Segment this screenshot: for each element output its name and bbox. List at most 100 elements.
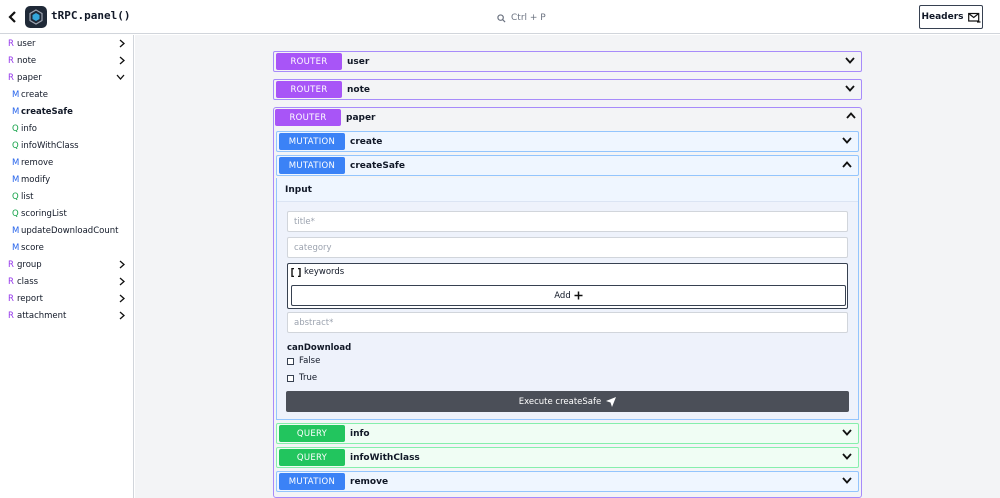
chevron-up-icon (842, 161, 852, 168)
mutation-badge: MUTATION (279, 473, 345, 490)
title-input[interactable] (287, 211, 848, 232)
checkbox[interactable] (287, 374, 294, 382)
sidebar-item-label: report (17, 293, 43, 304)
back-arrow-icon[interactable] (6, 9, 20, 25)
sidebar-item-list[interactable]: Q list (0, 188, 133, 205)
sidebar-item-class[interactable]: R class (0, 273, 133, 290)
headers-button-label: Headers (921, 12, 964, 22)
keywords-array-field: keywords Add (287, 263, 848, 309)
chevron-down-icon (842, 429, 852, 436)
trpc-logo (25, 6, 47, 28)
query-letter: Q (12, 208, 19, 219)
array-brackets-icon (291, 267, 301, 277)
mutation-letter: M (12, 89, 20, 100)
mutation-letter: M (12, 174, 20, 185)
add-keyword-button[interactable]: Add (291, 285, 846, 306)
input-fields-container: keywords Add canDownload False True Exec… (277, 201, 858, 419)
chevron-down-icon (842, 453, 852, 460)
search-trigger[interactable]: Ctrl + P (497, 11, 546, 25)
router-badge: ROUTER (275, 109, 341, 126)
sidebar-item-report[interactable]: R report (0, 290, 133, 307)
send-icon (606, 396, 617, 407)
execute-button-label: Execute createSafe (518, 396, 602, 407)
sidebar-item-label: paper (17, 72, 42, 83)
top-bar: tRPC.panel() Ctrl + P Headers (0, 0, 1000, 34)
router-row-user[interactable]: ROUTER user (273, 51, 862, 72)
procedure-row-infowithclass[interactable]: QUERY infoWithClass (276, 447, 859, 468)
chevron-right-icon (119, 56, 125, 65)
sidebar-item-label: modify (21, 174, 51, 185)
sidebar: R user R note R paper M create M createS… (0, 35, 134, 498)
router-letter: R (8, 72, 14, 83)
plus-icon (574, 291, 583, 300)
sidebar-item-label: note (17, 55, 37, 66)
chevron-right-icon (119, 260, 125, 269)
keywords-label: keywords (304, 267, 345, 277)
router-letter: R (8, 293, 14, 304)
sidebar-item-score[interactable]: M score (0, 239, 133, 256)
sidebar-item-info[interactable]: Q info (0, 120, 133, 137)
router-letter: R (8, 38, 14, 49)
sidebar-item-label: create (21, 89, 48, 100)
query-letter: Q (12, 191, 19, 202)
abstract-input[interactable] (287, 312, 848, 333)
mutation-letter: M (12, 157, 20, 168)
sidebar-item-infowithclass[interactable]: Q infoWithClass (0, 137, 133, 154)
sidebar-item-createsafe[interactable]: M createSafe (0, 103, 133, 120)
sidebar-item-label: createSafe (21, 106, 73, 117)
candownload-label: canDownload (287, 343, 352, 353)
mutation-badge: MUTATION (279, 157, 345, 174)
sidebar-item-paper[interactable]: R paper (0, 69, 133, 86)
sidebar-item-label: remove (21, 157, 54, 168)
procedure-name: createSafe (350, 160, 405, 171)
sidebar-item-note[interactable]: R note (0, 52, 133, 69)
sidebar-item-user[interactable]: R user (0, 35, 133, 52)
checkbox-label: True (299, 373, 318, 383)
chevron-down-icon (842, 137, 852, 144)
candownload-false-option[interactable]: False (287, 356, 320, 366)
sidebar-item-modify[interactable]: M modify (0, 171, 133, 188)
router-letter: R (8, 310, 14, 321)
sidebar-item-attachment[interactable]: R attachment (0, 307, 133, 324)
sidebar-item-label: updateDownloadCount (21, 225, 119, 236)
keywords-label-group: keywords (291, 267, 344, 277)
checkbox[interactable] (287, 357, 294, 365)
sidebar-item-remove[interactable]: M remove (0, 154, 133, 171)
sidebar-item-updatedownloadcount[interactable]: M updateDownloadCount (0, 222, 133, 239)
input-section-title: Input (285, 185, 312, 195)
chevron-down-icon (842, 477, 852, 484)
sidebar-item-group[interactable]: R group (0, 256, 133, 273)
category-input[interactable] (287, 237, 848, 258)
chevron-right-icon (119, 294, 125, 303)
sidebar-item-label: score (21, 242, 44, 253)
execute-button[interactable]: Execute createSafe (286, 391, 849, 412)
sidebar-item-scoringlist[interactable]: Q scoringList (0, 205, 133, 222)
router-name: paper (346, 112, 376, 123)
checkbox-label: False (299, 356, 321, 366)
mutation-badge: MUTATION (279, 133, 345, 150)
procedure-row-createsafe[interactable]: MUTATION createSafe (276, 155, 859, 176)
router-row-note[interactable]: ROUTER note (273, 79, 862, 100)
app-title: tRPC.panel() (51, 9, 131, 22)
procedure-row-create[interactable]: MUTATION create (276, 131, 859, 152)
router-name: note (347, 84, 370, 95)
sidebar-item-label: infoWithClass (21, 140, 79, 151)
router-letter: R (8, 259, 14, 270)
sidebar-item-label: list (21, 191, 34, 202)
procedure-name: info (350, 428, 370, 439)
headers-button[interactable]: Headers (919, 5, 983, 29)
createsafe-form: Input keywords Add canDownload False Tru… (276, 178, 859, 420)
chevron-down-icon (116, 74, 125, 80)
sidebar-item-create[interactable]: M create (0, 86, 133, 103)
query-letter: Q (12, 123, 19, 134)
procedure-row-remove[interactable]: MUTATION remove (276, 471, 859, 492)
sidebar-item-label: group (17, 259, 42, 270)
search-icon (497, 13, 506, 23)
add-button-label: Add (554, 290, 571, 301)
query-letter: Q (12, 140, 19, 151)
candownload-true-option[interactable]: True (287, 373, 317, 383)
router-row-paper[interactable]: ROUTER paper (273, 107, 862, 128)
procedure-row-info[interactable]: QUERY info (276, 423, 859, 444)
chevron-right-icon (119, 277, 125, 286)
router-badge: ROUTER (276, 53, 342, 70)
